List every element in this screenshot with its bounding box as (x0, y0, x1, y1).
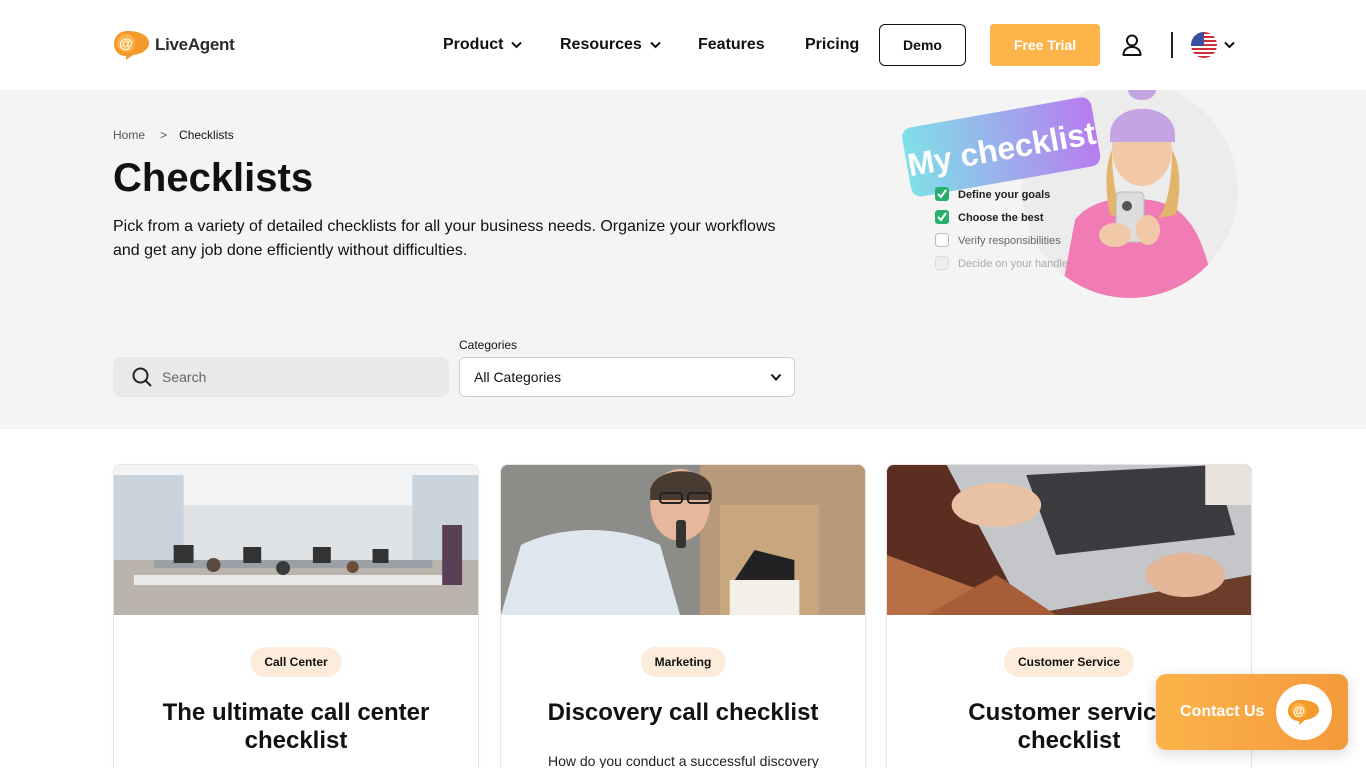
card-tag[interactable]: Call Center (250, 647, 342, 677)
liveagent-chat-icon: @ (1288, 700, 1319, 725)
checklist-card[interactable]: Marketing Discovery call checklist How d… (500, 464, 866, 768)
breadcrumb-current: Checklists (179, 128, 234, 142)
illustration-item-1: Define your goals (958, 189, 1050, 201)
card-image-office (114, 465, 478, 615)
search-icon (132, 367, 152, 387)
hero-illustration: My checklist Define your goals Choose th… (902, 90, 1238, 298)
categories-select[interactable]: All Categories (459, 357, 795, 397)
card-image-laptop (887, 465, 1251, 615)
user-icon[interactable] (1122, 34, 1142, 56)
breadcrumb: Home > Checklists (113, 128, 234, 142)
header-divider (1171, 32, 1173, 58)
chevron-down-icon (770, 373, 782, 381)
illustration-item-3: Verify responsibilities (958, 235, 1061, 247)
checkbox-empty-icon (935, 233, 949, 247)
checklist-card[interactable]: Call Center The ultimate call center che… (113, 464, 479, 768)
card-tag[interactable]: Customer Service (1003, 647, 1135, 677)
logo-text: LiveAgent (155, 35, 235, 54)
illustration-item-4: Decide on your handle (958, 258, 1068, 270)
search-input[interactable] (162, 357, 442, 397)
svg-text:@: @ (1293, 704, 1305, 718)
us-flag-icon[interactable] (1191, 32, 1217, 58)
nav-features[interactable]: Features (698, 36, 765, 54)
nav-pricing-label: Pricing (805, 36, 860, 53)
breadcrumb-home[interactable]: Home (113, 128, 145, 142)
contact-us-label: Contact Us (1180, 703, 1265, 720)
checkbox-empty-icon (935, 256, 949, 270)
svg-text:@: @ (119, 35, 133, 51)
free-trial-button[interactable]: Free Trial (990, 24, 1100, 66)
nav-resources[interactable]: Resources (560, 36, 661, 54)
nav-product-label: Product (443, 36, 504, 53)
breadcrumb-separator: > (160, 128, 168, 142)
site-header: @ LiveAgent Product Resources Features P… (0, 0, 1366, 90)
illustration-item-2: Choose the best (958, 212, 1044, 224)
nav-resources-label: Resources (560, 36, 642, 53)
nav-pricing[interactable]: Pricing (805, 36, 859, 54)
chevron-down-icon[interactable] (1224, 41, 1235, 49)
demo-button[interactable]: Demo (879, 24, 966, 66)
card-title[interactable]: The ultimate call center checklist (144, 699, 448, 755)
chevron-down-icon (650, 41, 661, 49)
contact-us-widget[interactable]: Contact Us @ (1156, 674, 1348, 750)
card-title[interactable]: Discovery call checklist (531, 699, 835, 727)
card-tag[interactable]: Marketing (640, 647, 726, 677)
chevron-down-icon (511, 41, 523, 49)
nav-features-label: Features (698, 36, 765, 53)
chat-bubble-icon[interactable]: @ (1276, 684, 1332, 740)
search-box (113, 357, 449, 397)
liveagent-logo-icon: @ (114, 31, 149, 60)
logo[interactable]: @ LiveAgent (113, 29, 235, 61)
nav-product[interactable]: Product (443, 36, 523, 54)
categories-label: Categories (459, 338, 518, 352)
card-image-phone-call (501, 465, 865, 615)
categories-selected-value: All Categories (474, 369, 562, 385)
page-description: Pick from a variety of detailed checklis… (113, 218, 776, 259)
page-title: Checklists (113, 156, 314, 200)
card-text: How do you conduct a successful discover… (548, 753, 819, 768)
